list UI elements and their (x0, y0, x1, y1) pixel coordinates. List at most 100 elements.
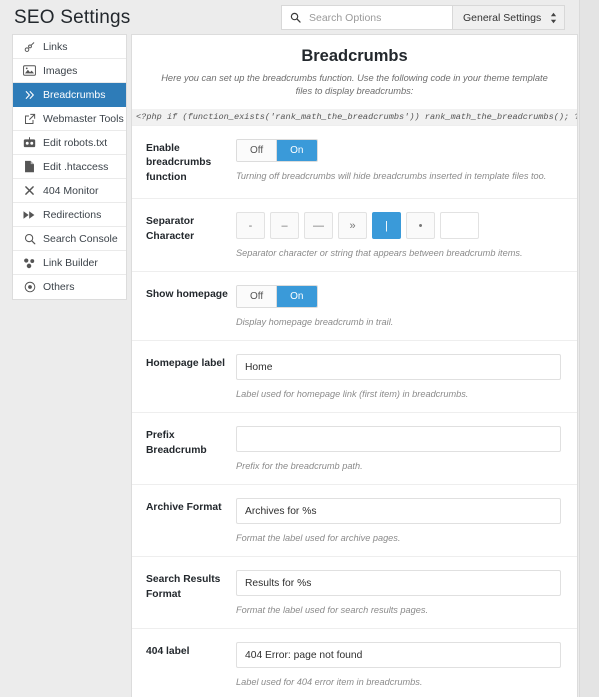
field-help: Label used for homepage link (first item… (236, 389, 469, 400)
chevron-double-right-icon (22, 89, 37, 101)
show-homepage-toggle[interactable]: Off On (236, 285, 318, 309)
field-help: Display homepage breadcrumb in trail. (236, 317, 394, 328)
sidebar-item-label: Images (43, 64, 78, 77)
field-body: Label used for 404 error item in breadcr… (232, 642, 561, 687)
field-help: Format the label used for archive pages. (236, 533, 401, 544)
sidebar-item-webmaster-tools[interactable]: Webmaster Tools (13, 107, 126, 131)
separator-option-bullet[interactable]: • (406, 212, 435, 240)
sidebar-item-label: Links (43, 40, 68, 53)
sidebar-item-links[interactable]: Links (13, 35, 126, 59)
panel-title: Breadcrumbs (301, 47, 408, 65)
sidebar-item-404-monitor[interactable]: 404 Monitor (13, 179, 126, 203)
field-help: Label used for 404 error item in breadcr… (236, 677, 423, 688)
homepage-label-input[interactable] (236, 354, 561, 381)
right-gutter (579, 0, 599, 697)
field-help: Prefix for the breadcrumb path. (236, 461, 363, 472)
settings-select[interactable]: General Settings (452, 6, 564, 29)
field-body: - – — » | • Separator character or strin… (232, 212, 561, 258)
field-body: Off On Turning off breadcrumbs will hide… (232, 138, 561, 185)
field-label: Separator Character (146, 216, 195, 242)
separator-option-guillemet[interactable]: » (338, 212, 367, 240)
chevron-updown-icon (550, 11, 557, 24)
magnifier-icon (22, 233, 37, 245)
sidebar-item-redirections[interactable]: Redirections (13, 203, 126, 227)
robot-icon (22, 137, 37, 148)
field-row-homepage-label: Homepage label Label used for homepage l… (132, 340, 577, 412)
search-icon (290, 12, 301, 23)
search-input[interactable] (307, 10, 444, 25)
field-help: Format the label used for search results… (236, 605, 429, 616)
sidebar: Links Images Breadcrumbs Webmaster Tools… (12, 34, 127, 300)
field-label: Archive Format (146, 502, 222, 514)
toggle-off-button[interactable]: Off (237, 286, 278, 308)
separator-option-endash[interactable]: – (270, 212, 299, 240)
code-snippet: <?php if (function_exists('rank_math_the… (132, 108, 577, 125)
separator-custom-input[interactable] (440, 212, 479, 240)
sidebar-item-breadcrumbs[interactable]: Breadcrumbs (13, 83, 126, 107)
file-icon (22, 160, 37, 173)
toggle-off-button[interactable]: Off (237, 139, 278, 161)
page-title: SEO Settings (14, 7, 131, 28)
field-body: Off On Display homepage breadcrumb in tr… (232, 285, 561, 327)
field-body: Format the label used for search results… (232, 570, 561, 615)
separator-option-pipe[interactable]: | (372, 212, 401, 240)
field-row-show-homepage: Show homepage Off On Display homepage br… (132, 271, 577, 340)
field-body: Format the label used for archive pages. (232, 498, 561, 543)
seo-settings-page: SEO Settings General Settings (0, 0, 599, 697)
chain-links-icon (22, 257, 37, 269)
sidebar-item-label: Link Builder (43, 256, 98, 269)
field-row-search-results-format: Search Results Format Format the label u… (132, 556, 577, 628)
sidebar-item-search-console[interactable]: Search Console (13, 227, 126, 251)
archive-format-input[interactable] (236, 498, 561, 525)
field-help: Turning off breadcrumbs will hide breadc… (236, 170, 547, 181)
fast-forward-icon (22, 210, 37, 220)
external-link-icon (22, 113, 37, 125)
sidebar-item-label: Edit robots.txt (43, 136, 108, 149)
field-row-separator-character: Separator Character - – — » | • Separato… (132, 198, 577, 271)
enable-breadcrumbs-toggle[interactable]: Off On (236, 138, 318, 162)
field-row-archive-format: Archive Format Format the label used for… (132, 484, 577, 556)
sidebar-item-edit-robots[interactable]: Edit robots.txt (13, 131, 126, 155)
404-label-input[interactable] (236, 642, 561, 669)
panel-description: Here you can set up the breadcrumbs func… (161, 73, 548, 97)
sidebar-item-label: Redirections (43, 208, 102, 221)
settings-panel: Breadcrumbs Here you can set up the brea… (131, 34, 578, 697)
sidebar-item-label: Edit .htaccess (43, 160, 109, 173)
field-label: Search Results Format (146, 574, 221, 600)
field-help: Separator character or string that appea… (236, 248, 523, 259)
field-body: Prefix for the breadcrumb path. (232, 426, 561, 471)
separator-options: - – — » | • (236, 212, 561, 240)
circle-dot-icon (22, 281, 37, 293)
field-row-404-label: 404 label Label used for 404 error item … (132, 628, 577, 697)
sidebar-item-link-builder[interactable]: Link Builder (13, 251, 126, 275)
sidebar-item-edit-htaccess[interactable]: Edit .htaccess (13, 155, 126, 179)
field-row-enable-breadcrumbs: Enable breadcrumbs function Off On Turni… (132, 124, 577, 198)
field-label: Homepage label (146, 358, 225, 370)
close-x-icon (22, 185, 37, 196)
toggle-on-button[interactable]: On (277, 286, 317, 308)
panel-header: Breadcrumbs Here you can set up the brea… (132, 35, 577, 109)
sidebar-item-images[interactable]: Images (13, 59, 126, 83)
sidebar-item-label: Webmaster Tools (43, 112, 124, 125)
field-label: Show homepage (146, 289, 228, 301)
toggle-on-button[interactable]: On (277, 139, 317, 161)
field-body: Label used for homepage link (first item… (232, 354, 561, 399)
sidebar-item-others[interactable]: Others (13, 275, 126, 299)
header-controls: General Settings (281, 5, 565, 30)
sidebar-item-label: Others (43, 281, 75, 293)
sidebar-item-label: Search Console (43, 232, 118, 245)
search-results-format-input[interactable] (236, 570, 561, 597)
separator-option-emdash[interactable]: — (304, 212, 333, 240)
settings-select-value: General Settings (463, 11, 542, 24)
sidebar-item-label: 404 Monitor (43, 184, 99, 197)
sidebar-item-label: Breadcrumbs (43, 88, 106, 101)
separator-option-hyphen[interactable]: - (236, 212, 265, 240)
top-bar: SEO Settings General Settings (0, 0, 579, 36)
prefix-breadcrumb-input[interactable] (236, 426, 561, 453)
field-label: Prefix Breadcrumb (146, 430, 207, 456)
field-row-prefix-breadcrumb: Prefix Breadcrumb Prefix for the breadcr… (132, 412, 577, 484)
field-label: Enable breadcrumbs function (146, 142, 212, 183)
search-box[interactable] (282, 6, 452, 29)
image-icon (22, 65, 37, 76)
link-icon (22, 41, 37, 53)
